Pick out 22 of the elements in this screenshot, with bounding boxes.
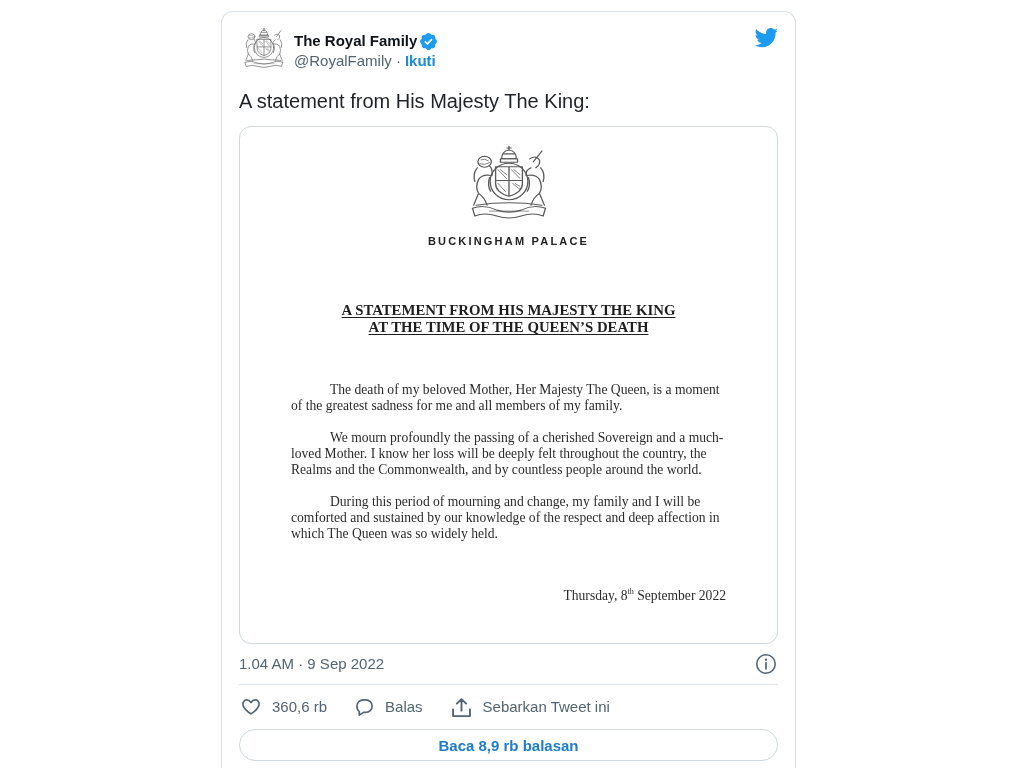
follow-link[interactable]: Ikuti (404, 51, 436, 71)
statement-paragraph: We mourn profoundly the passing of a cherished Sovereign and a much-loved Mother. I know her loss will be deeply felt throughout the country, the Realms and the Commonwealth, and by countless people around the world. (291, 430, 725, 478)
letterhead: BUCKINGHAM PALACE (427, 234, 590, 248)
statement-heading: A STATEMENT FROM HIS MAJESTY THE KING AT THE TIME OF THE QUEEN’S DEATH (341, 302, 676, 336)
coat-of-arms-icon (469, 146, 548, 219)
read-replies-button[interactable]: Baca 8,9 rb balasan (239, 729, 778, 761)
statement-paragraph: The death of my beloved Mother, Her Majesty The Queen, is a moment of the greatest sadness for me and all members of my family. (291, 382, 721, 414)
author-name[interactable]: The Royal Family (294, 31, 418, 51)
bird-icon[interactable] (754, 28, 778, 48)
share-button[interactable]: Sebarkan Tweet ini (451, 697, 610, 717)
reply-button[interactable]: Balas (356, 697, 423, 717)
tweet-text: A statement from His Majesty The King: (239, 89, 591, 114)
coat-of-arms-icon (244, 28, 284, 68)
upload-icon (451, 697, 471, 717)
heart-icon (242, 699, 260, 715)
info-icon[interactable] (756, 654, 776, 674)
tweet-timestamp[interactable]: 1.04 AM · 9 Sep 2022 (239, 654, 385, 674)
statement-paragraph: During this period of mourning and change, my family and I will be comforted and sustained by our knowledge of the respect and deep affection in which The Queen was so widely held. (291, 494, 721, 542)
author-handle: @RoyalFamily · (294, 51, 401, 71)
statement-date: Thursday, 8$^{th}$ September 2022 (563, 588, 726, 604)
speech-bubble-icon (356, 698, 374, 716)
like-button[interactable]: 360,6 rb (242, 697, 328, 717)
